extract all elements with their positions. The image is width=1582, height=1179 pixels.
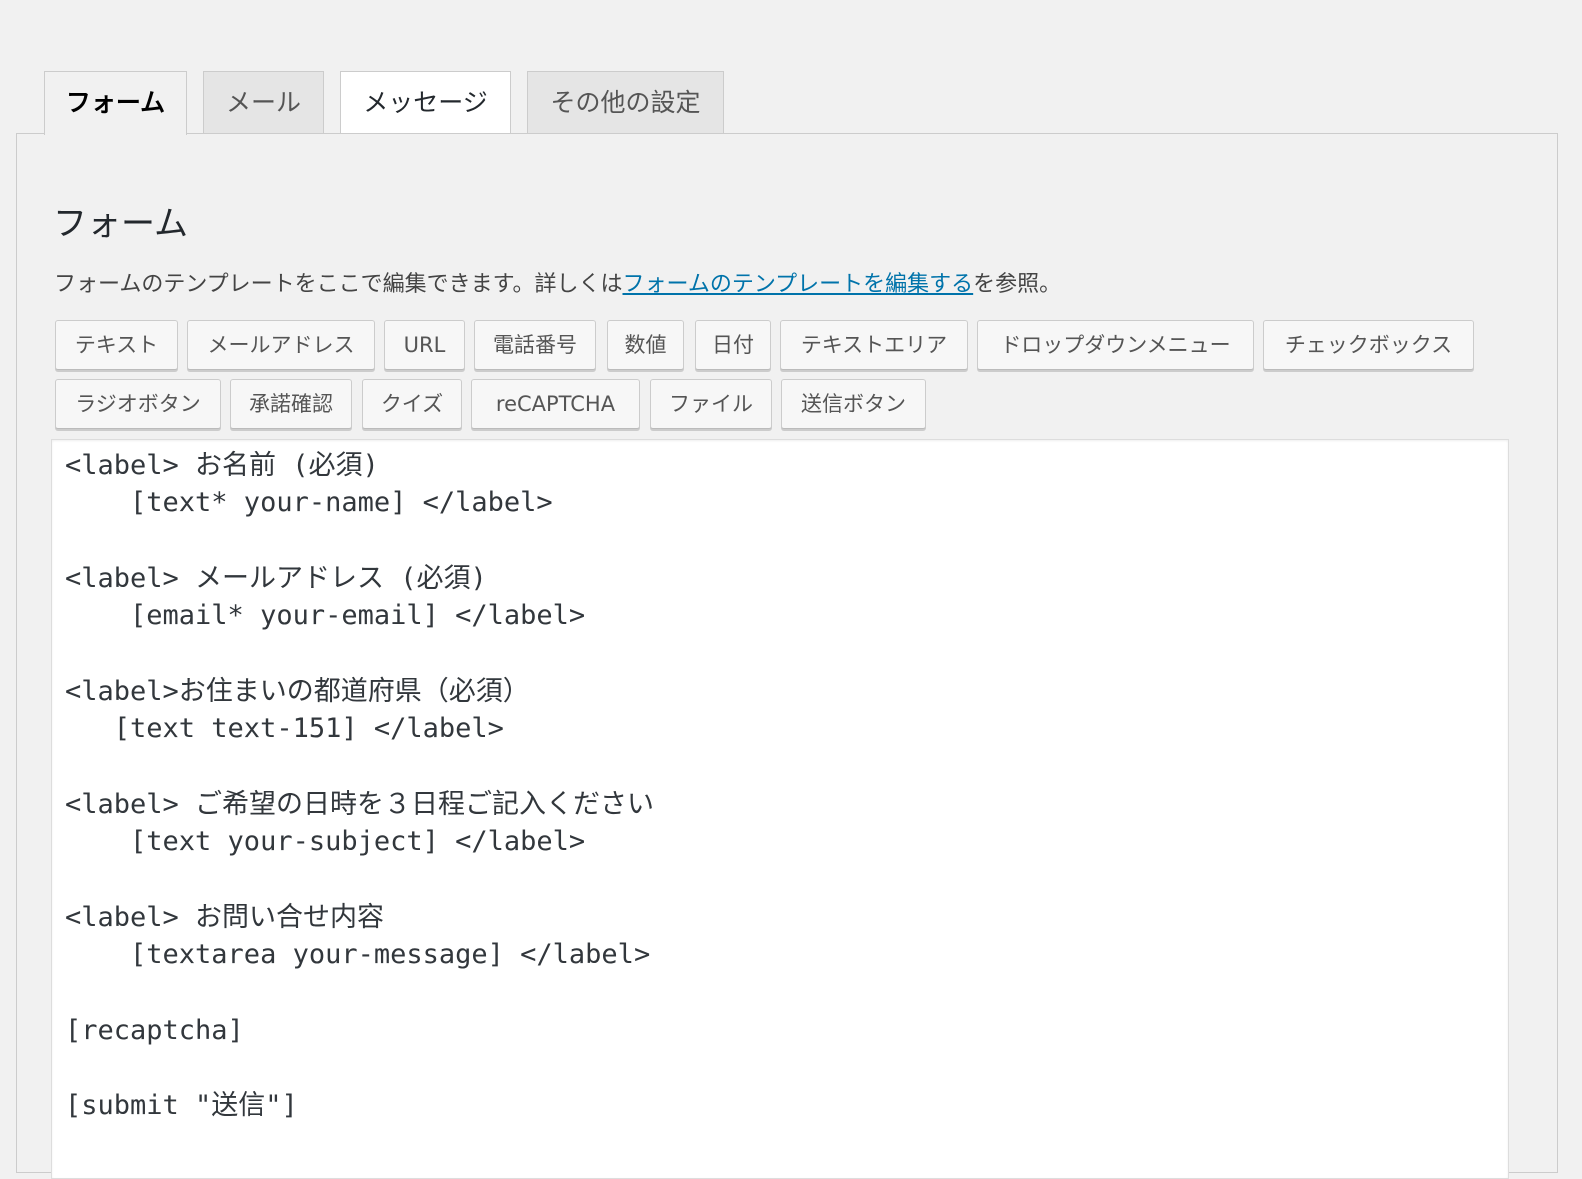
tag-button-textarea[interactable]: テキストエリア: [780, 320, 968, 370]
tab-form[interactable]: フォーム: [44, 71, 187, 135]
code-line: <label> メールアドレス (必須): [65, 563, 487, 594]
tag-button-radio[interactable]: ラジオボタン: [55, 379, 221, 429]
form-panel: フォーム フォームのテンプレートをここで編集できます。詳しくはフォームのテンプレ…: [16, 133, 1558, 1179]
tag-button-acceptance[interactable]: 承諾確認: [230, 379, 352, 429]
code-line: <label> お名前 (必須): [65, 450, 379, 481]
code-line: [submit "送信"]: [65, 1090, 298, 1121]
edit-template-link[interactable]: フォームのテンプレートを編集する: [622, 272, 973, 297]
code-line: [textarea your-message] </label>: [65, 939, 651, 970]
description-prefix: フォームのテンプレートをここで編集できます。詳しくは: [54, 272, 623, 297]
code-line: [email* your-email] </label>: [65, 600, 586, 631]
code-line: [text text-151] </label>: [65, 713, 504, 744]
tab-bar: フォーム メール メッセージ その他の設定: [0, 71, 1582, 135]
tag-button-email[interactable]: メールアドレス: [187, 320, 375, 370]
tag-button-checkbox[interactable]: チェックボックス: [1263, 320, 1474, 370]
tag-button-dropdown[interactable]: ドロップダウンメニュー: [977, 320, 1254, 370]
code-line: [text* your-name] </label>: [65, 487, 553, 518]
tag-button-recaptcha[interactable]: reCAPTCHA: [471, 379, 640, 429]
tag-button-date[interactable]: 日付: [695, 320, 771, 370]
tab-messages[interactable]: メッセージ: [340, 71, 511, 133]
tag-button-tel[interactable]: 電話番号: [474, 320, 596, 370]
code-line: <label> ご希望の日時を３日程ご記入ください: [65, 789, 655, 820]
tag-button-file[interactable]: ファイル: [650, 379, 772, 429]
code-line: [text your-subject] </label>: [65, 826, 586, 857]
description-suffix: を参照。: [973, 272, 1062, 297]
panel-description: フォームのテンプレートをここで編集できます。詳しくはフォームのテンプレートを編集…: [54, 270, 1061, 300]
tag-button-submit[interactable]: 送信ボタン: [781, 379, 926, 429]
tag-button-url[interactable]: URL: [384, 320, 465, 370]
tab-mail[interactable]: メール: [203, 71, 324, 133]
code-line: <label>お住まいの都道府県（必須）: [65, 676, 530, 707]
code-line: [recaptcha]: [65, 1015, 244, 1046]
panel-title: フォーム: [53, 204, 188, 244]
tag-button-quiz[interactable]: クイズ: [362, 379, 462, 429]
form-template-editor[interactable]: <label> お名前 (必須) [text* your-name] </lab…: [51, 439, 1509, 1179]
tab-additional-settings[interactable]: その他の設定: [527, 71, 724, 133]
code-line: <label> お問い合せ内容: [65, 902, 385, 933]
tag-button-number[interactable]: 数値: [607, 320, 684, 370]
tag-button-text[interactable]: テキスト: [55, 320, 178, 370]
